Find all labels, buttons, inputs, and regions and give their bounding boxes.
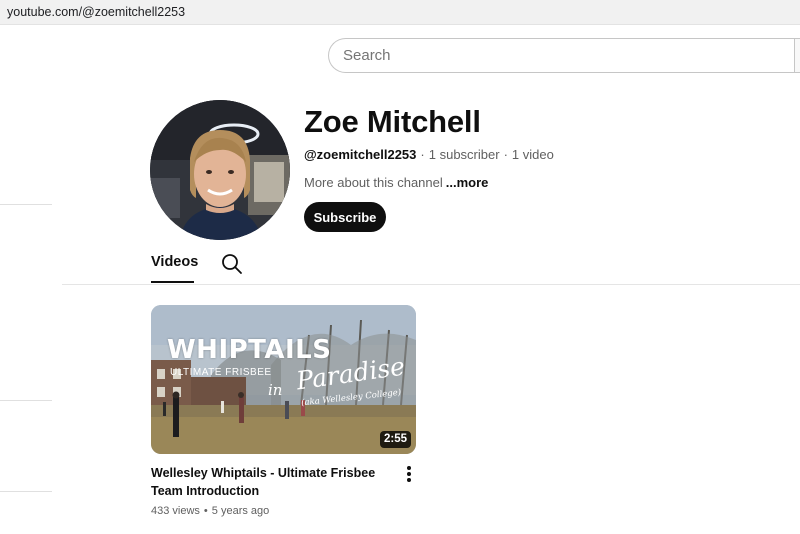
sidebar-divider <box>0 204 52 205</box>
duration-badge: 2:55 <box>379 431 411 448</box>
channel-name: Zoe Mitchell <box>304 104 481 139</box>
meta-separator: · <box>503 147 508 162</box>
channel-meta: @zoemitchell2253 · 1 subscriber · 1 video <box>304 147 554 162</box>
thumbnail-headline: WHIPTAILS <box>167 335 332 365</box>
channel-about[interactable]: More about this channel ...more <box>304 175 488 190</box>
channel-handle: @zoemitchell2253 <box>304 147 417 162</box>
search-input[interactable] <box>343 39 783 72</box>
address-url[interactable]: youtube.com/@zoemitchell2253 <box>7 5 185 19</box>
subscriber-count: 1 subscriber <box>428 147 500 162</box>
sidebar-divider <box>0 491 52 492</box>
more-vert-icon[interactable] <box>402 465 416 485</box>
search-icon[interactable] <box>221 253 243 275</box>
search-box <box>328 38 800 73</box>
more-link[interactable]: ...more <box>446 175 489 190</box>
video-title[interactable]: Wellesley Whiptails - Ultimate Frisbee T… <box>151 464 396 500</box>
thumbnail-script-in: in <box>268 381 283 399</box>
search-button[interactable] <box>794 38 800 73</box>
meta-separator: • <box>203 505 208 517</box>
tabs-divider <box>62 284 800 285</box>
thumbnail-subtitle: ULTIMATE FRISBEE <box>170 367 272 378</box>
view-count: 433 views <box>151 505 200 517</box>
upload-age: 5 years ago <box>211 505 270 517</box>
video-thumbnail[interactable]: WHIPTAILS ULTIMATE FRISBEE in Paradise (… <box>151 305 416 454</box>
video-count: 1 video <box>511 147 554 162</box>
channel-avatar <box>150 100 290 240</box>
browser-address-bar[interactable]: youtube.com/@zoemitchell2253 <box>0 0 800 25</box>
subscribe-button[interactable]: Subscribe <box>304 202 386 232</box>
video-meta: 433 views • 5 years ago <box>151 505 269 517</box>
about-text[interactable]: More about this channel <box>304 175 443 190</box>
meta-separator: · <box>420 147 425 162</box>
active-tab-indicator <box>151 281 194 283</box>
sidebar-divider <box>0 400 52 401</box>
tab-videos[interactable]: Videos <box>151 254 198 270</box>
